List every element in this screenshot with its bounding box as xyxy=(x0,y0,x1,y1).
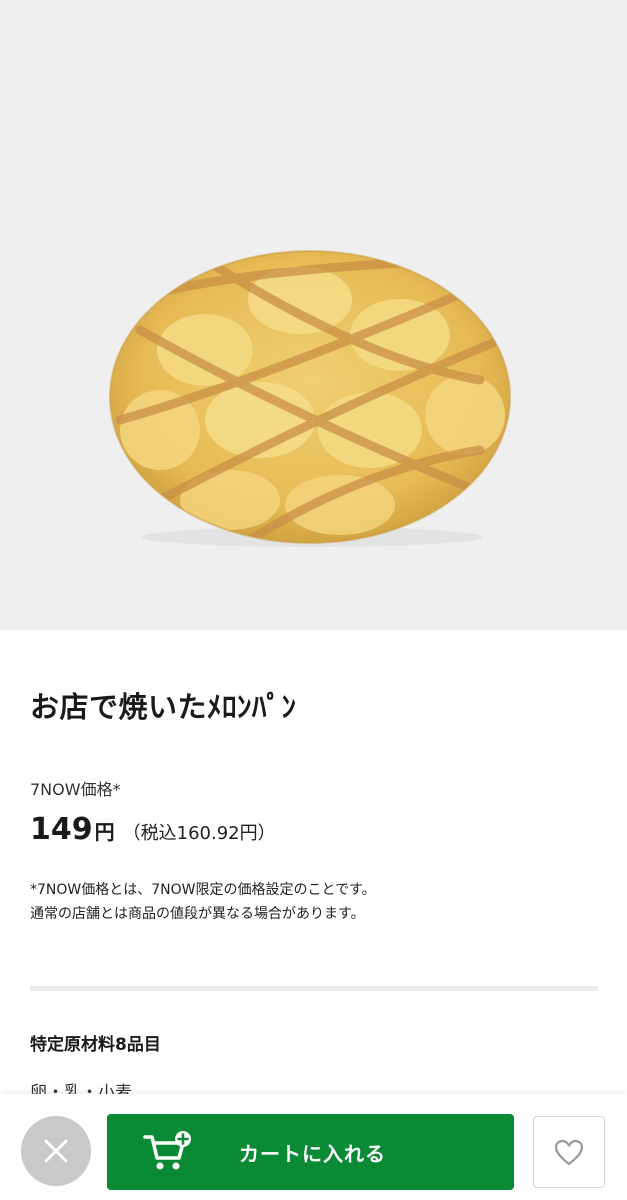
price-row: 149 円 （税込160.92円） xyxy=(30,812,276,847)
bottom-action-bar: カートに入れる xyxy=(0,1094,627,1200)
melon-pan-image xyxy=(109,250,511,547)
allergen-heading: 特定原材料8品目 xyxy=(30,1035,161,1055)
price-note-line-1: *7NOW価格とは、7NOW限定の価格設定のことです。 xyxy=(30,882,376,898)
product-title: お店で焼いたﾒﾛﾝﾊﾟﾝ xyxy=(30,690,297,724)
price-note-line-2: 通常の店舗とは商品の値段が異なる場合があります。 xyxy=(30,906,365,922)
price-label: 7NOW価格* xyxy=(30,780,121,799)
favorite-button[interactable] xyxy=(533,1116,605,1188)
product-image-area xyxy=(0,0,627,630)
price-note: *7NOW価格とは、7NOW限定の価格設定のことです。 通常の店舗とは商品の値段… xyxy=(30,878,376,926)
add-to-cart-button[interactable]: カートに入れる xyxy=(107,1114,514,1190)
price-currency: 円 xyxy=(94,820,115,844)
close-button[interactable] xyxy=(21,1116,91,1186)
heart-icon xyxy=(554,1139,584,1165)
cart-add-icon xyxy=(143,1131,191,1170)
section-divider xyxy=(30,986,598,991)
close-icon xyxy=(44,1139,68,1163)
price-tax-included: （税込160.92円） xyxy=(122,823,276,844)
price-value: 149 xyxy=(30,812,93,847)
add-to-cart-label: カートに入れる xyxy=(239,1141,386,1166)
